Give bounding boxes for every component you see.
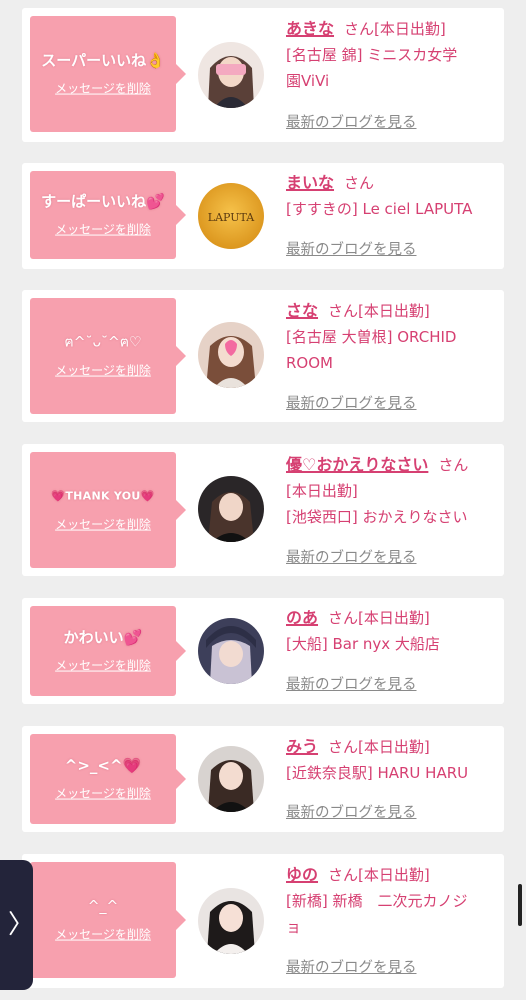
store-name: [池袋西口] おかえりなさい [286,508,468,526]
message-card: スーパーいいね👌 メッセージを削除 あきな さん[本日出勤] [名古屋 錦] ミニ… [22,8,504,142]
delete-message-link[interactable]: メッセージを削除 [55,926,151,943]
store-name: [名古屋 錦] ミニスカ女学 [286,46,458,64]
girl-info: のあ さん[本日出勤] [大船] Bar nyx 大船店 [286,605,498,657]
avatar[interactable] [198,746,264,812]
avatar[interactable] [198,618,264,684]
avatar[interactable] [198,322,264,388]
honorific: さん [344,174,375,192]
message-bubble: ^>_<^💗 メッセージを削除 [30,734,186,824]
latest-blog-link[interactable]: 最新のブログを見る [286,546,417,567]
honorific: さん [328,302,359,320]
work-status: [本日出勤] [358,302,430,320]
message-card: かわいい💕 メッセージを削除 のあ さん[本日出勤] [大船] Bar nyx 大… [22,598,504,704]
honorific: さん [328,738,359,756]
latest-blog-link[interactable]: 最新のブログを見る [286,392,417,413]
girl-name-link[interactable]: みう [286,737,318,756]
store-name: ョ [286,918,302,936]
message-bubble: かわいい💕 メッセージを削除 [30,606,186,696]
message-bubble: スーパーいいね👌 メッセージを削除 [30,16,186,132]
honorific: さん [328,866,359,884]
message-text: 💗THANK YOU💗 [51,489,155,503]
message-card: ^>_<^💗 メッセージを削除 みう さん[本日出勤] [近鉄奈良駅] HARU … [22,726,504,832]
honorific: さん [328,609,359,627]
message-text: すーぱーいいね💕 [41,192,165,211]
delete-message-link[interactable]: メッセージを削除 [55,221,151,238]
work-status: [本日出勤] [358,866,430,884]
delete-message-link[interactable]: メッセージを削除 [55,516,151,533]
avatar[interactable]: LAPUTA [198,183,264,249]
delete-message-link[interactable]: メッセージを削除 [55,785,151,802]
delete-message-link[interactable]: メッセージを削除 [55,657,151,674]
laputa-logo-text: LAPUTA [208,211,255,224]
girl-name-link[interactable]: まいな [286,173,334,192]
message-card: ^_^ メッセージを削除 ゆの さん[本日出勤] [新橋] 新橋 二次元カノジ ョ… [22,854,504,988]
girl-info: まいな さん [すすきの] Le ciel LAPUTA [286,170,498,222]
message-text: ^>_<^💗 [64,756,142,775]
girl-info: あきな さん[本日出勤] [名古屋 錦] ミニスカ女学 園ViVi [286,16,498,94]
store-name: 園ViVi [286,72,330,90]
store-name: [すすきの] Le ciel LAPUTA [286,200,473,218]
message-text: ฅ^˘ᴗ˘^ฅ♡ [64,334,142,351]
girl-name-link[interactable]: 優♡おかえりなさい [286,455,428,474]
girl-name-link[interactable]: さな [286,301,318,320]
work-status: [本日出勤] [358,609,430,627]
girl-info: みう さん[本日出勤] [近鉄奈良駅] HARU HARU [286,734,498,786]
avatar[interactable] [198,476,264,542]
latest-blog-link[interactable]: 最新のブログを見る [286,238,417,259]
store-name: ROOM [286,354,333,372]
girl-name-link[interactable]: あきな [286,19,334,38]
work-status: [本日出勤] [286,482,358,500]
avatar[interactable] [198,888,264,954]
message-card: 💗THANK YOU💗 メッセージを削除 優♡おかえりなさい さん [本日出勤] … [22,444,504,576]
side-drawer-toggle[interactable]: 〉 [0,860,35,990]
girl-name-link[interactable]: のあ [286,608,318,627]
store-name: [大船] Bar nyx 大船店 [286,635,440,653]
message-text: スーパーいいね👌 [41,51,165,70]
work-status: [本日出勤] [374,20,446,38]
work-status: [本日出勤] [358,738,430,756]
girl-info: 優♡おかえりなさい さん [本日出勤] [池袋西口] おかえりなさい [286,452,498,530]
blog-message-list: スーパーいいね👌 メッセージを削除 あきな さん[本日出勤] [名古屋 錦] ミニ… [0,0,526,1000]
chevron-right-icon: 〉 [8,910,35,940]
girl-info: ゆの さん[本日出勤] [新橋] 新橋 二次元カノジ ョ [286,862,498,940]
honorific: さん [344,20,375,38]
message-text: かわいい💕 [63,628,143,647]
store-name: [近鉄奈良駅] HARU HARU [286,764,469,782]
delete-message-link[interactable]: メッセージを削除 [55,362,151,379]
girl-name-link[interactable]: ゆの [286,865,318,884]
delete-message-link[interactable]: メッセージを削除 [55,80,151,97]
latest-blog-link[interactable]: 最新のブログを見る [286,801,417,822]
honorific: さん [438,456,469,474]
scrollbar[interactable] [518,884,522,926]
girl-info: さな さん[本日出勤] [名古屋 大曽根] ORCHID ROOM [286,298,498,376]
message-bubble: すーぱーいいね💕 メッセージを削除 [30,171,186,259]
message-text: ^_^ [87,898,119,915]
avatar[interactable] [198,42,264,108]
message-bubble: 💗THANK YOU💗 メッセージを削除 [30,452,186,568]
latest-blog-link[interactable]: 最新のブログを見る [286,673,417,694]
message-bubble: ^_^ メッセージを削除 [30,862,186,978]
message-card: すーぱーいいね💕 メッセージを削除 LAPUTA まいな さん [すすきの] Le… [22,163,504,269]
store-name: [新橋] 新橋 二次元カノジ [286,892,468,910]
latest-blog-link[interactable]: 最新のブログを見る [286,956,417,977]
message-card: ฅ^˘ᴗ˘^ฅ♡ メッセージを削除 さな さん[本日出勤] [名古屋 大曽根] O… [22,290,504,422]
latest-blog-link[interactable]: 最新のブログを見る [286,111,417,132]
store-name: [名古屋 大曽根] ORCHID [286,328,457,346]
message-bubble: ฅ^˘ᴗ˘^ฅ♡ メッセージを削除 [30,298,186,414]
